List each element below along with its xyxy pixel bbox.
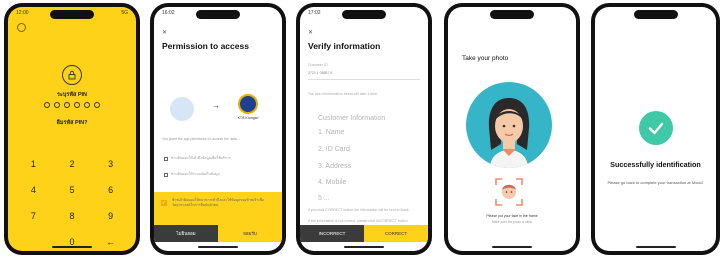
footnote-1: If you click CORRECT button the informat… (308, 208, 410, 212)
option-checkbox[interactable] (164, 157, 168, 161)
status-network: 5G (121, 10, 128, 16)
option-2-text: ท่านยินยอมให้ระบบจัดเก็บข้อมูล (171, 172, 220, 176)
phone-permission-screen: 16:02 ✕ Permission to access → KTB Krung… (150, 3, 286, 255)
check-circle-icon (638, 111, 673, 145)
notch (633, 10, 678, 19)
status-time: 12:00 (16, 10, 29, 16)
info-item: 1. Name (318, 129, 345, 136)
action-bar: ไม่ยินยอม ยอมรับ (154, 225, 282, 242)
pin-dot (64, 102, 70, 108)
home-indicator (344, 246, 384, 248)
key-3[interactable]: 3 (91, 157, 130, 171)
face-illustration (466, 82, 552, 168)
key-2[interactable]: 2 (53, 157, 92, 171)
pin-dots (8, 102, 136, 108)
info-item: 2. ID Card (318, 146, 350, 153)
backspace-key[interactable]: ← (91, 235, 130, 249)
decline-button[interactable]: ไม่ยินยอม (154, 225, 218, 242)
key-5[interactable]: 5 (53, 183, 92, 197)
notch (50, 10, 94, 19)
pin-dot (54, 102, 60, 108)
pin-dot (94, 102, 100, 108)
success-subtitle: Please go back to complete your transact… (607, 180, 704, 185)
home-indicator (52, 246, 92, 248)
id-value: 3721 1 08857 6 (308, 71, 333, 75)
incorrect-button[interactable]: INCORRECT (300, 225, 364, 242)
id-label: Customer ID (308, 63, 328, 67)
key-7[interactable]: 7 (14, 209, 53, 223)
lock-icon (62, 65, 82, 85)
info-item: 4. Mobile (318, 179, 347, 186)
page-title: Take your photo (462, 55, 509, 62)
notice-text: The use of information below will take 3… (308, 92, 378, 96)
key-6[interactable]: 6 (91, 183, 130, 197)
arrow-right-icon: → (212, 101, 220, 110)
footnote-2: If the information is not correct, pleas… (308, 219, 409, 223)
phone-pin-screen: 12:00 5G ระบุรหัส PIN ลืมรหัส PIN? 1 2 3… (4, 3, 140, 255)
phone-photo-screen: Take your photo Please put your face in … (444, 3, 580, 255)
success-screen: Successfully identification Please go ba… (595, 7, 716, 251)
divider (308, 79, 420, 80)
bank-name: KTB Krungsri (237, 116, 259, 120)
consent-text: ข้าพเจ้ายินยอมให้ธนาคารเข้าถึงและใช้ข้อม… (172, 198, 264, 207)
key-empty (14, 235, 53, 249)
permission-body: You grant the app permission to access t… (162, 137, 240, 141)
pin-title: ระบุรหัส PIN (56, 92, 88, 98)
key-9[interactable]: 9 (91, 209, 130, 223)
home-indicator (635, 246, 676, 248)
close-icon[interactable]: ✕ (308, 29, 313, 36)
pin-keypad: 1 2 3 4 5 6 7 8 9 0 ← (14, 157, 130, 249)
key-1[interactable]: 1 (14, 157, 53, 171)
option-1-text: ท่านยินยอมให้เข้าถึงข้อมูลเพื่อใช้บริการ (171, 156, 231, 160)
photo-screen: Take your photo Please put your face in … (448, 7, 576, 251)
page-title: Permission to access (162, 41, 249, 51)
photo-caption: Please put your face in the frame (486, 214, 538, 218)
status-time: 16:02 (162, 10, 175, 16)
status-time: 17:02 (308, 10, 321, 16)
face-frame-icon (494, 177, 524, 207)
notch (196, 10, 240, 19)
app-logo (170, 97, 194, 121)
correct-button[interactable]: CORRECT (364, 225, 428, 242)
option-checkbox[interactable] (164, 173, 168, 177)
info-item: 3. Address (318, 163, 352, 170)
close-icon[interactable]: ✕ (162, 29, 167, 36)
action-bar: INCORRECT CORRECT (300, 225, 428, 242)
settings-gear-icon[interactable] (17, 23, 26, 32)
notch (342, 10, 386, 19)
key-8[interactable]: 8 (53, 209, 92, 223)
bank-logo (238, 94, 258, 114)
accept-button[interactable]: ยอมรับ (218, 225, 282, 242)
pin-dot (44, 102, 50, 108)
verify-screen: 17:02 ✕ Verify information Customer ID 3… (300, 7, 428, 251)
pin-dot (84, 102, 90, 108)
permission-screen: 16:02 ✕ Permission to access → KTB Krung… (154, 7, 282, 251)
page-title: Verify information (308, 41, 381, 51)
success-title: Successfully identification (610, 160, 701, 169)
section-heading: Customer Information (318, 115, 386, 122)
phone-success-screen: Successfully identification Please go ba… (591, 3, 720, 255)
key-4[interactable]: 4 (14, 183, 53, 197)
notch (490, 10, 534, 19)
pin-screen: 12:00 5G ระบุรหัส PIN ลืมรหัส PIN? 1 2 3… (8, 7, 136, 251)
home-indicator (198, 246, 238, 248)
forgot-pin-link[interactable]: ลืมรหัส PIN? (8, 119, 136, 127)
phone-verify-screen: 17:02 ✕ Verify information Customer ID 3… (296, 3, 432, 255)
home-indicator (492, 246, 532, 248)
consent-checkbox[interactable]: ✓ (161, 200, 167, 206)
info-item: 5 ... (318, 195, 330, 202)
photo-subcaption: Make sure the photo is clear (491, 220, 533, 224)
pin-dot (74, 102, 80, 108)
